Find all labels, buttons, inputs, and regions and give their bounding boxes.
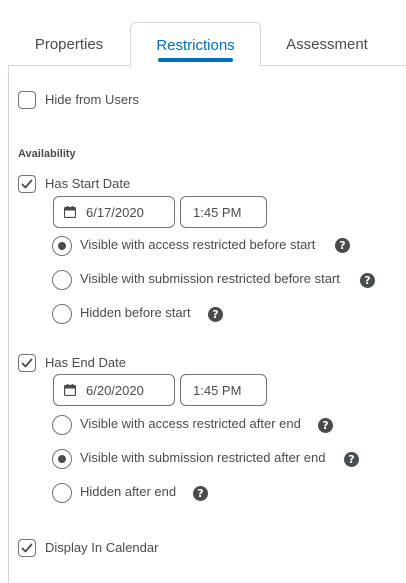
end-date-input[interactable]: 6/20/2020 [53, 374, 175, 406]
help-icon[interactable]: ? [318, 418, 333, 433]
radio-visible-submission-after-end[interactable] [52, 449, 72, 469]
tab-assessment-label: Assessment [286, 35, 368, 53]
active-tab-indicator [158, 58, 233, 62]
tab-bar: Properties Restrictions Assessment [0, 0, 406, 67]
option-label: Visible with access restricted before st… [80, 237, 316, 252]
help-icon[interactable]: ? [208, 307, 223, 322]
start-time-value: 1:45 PM [193, 204, 242, 220]
option-label: Visible with submission restricted after… [80, 450, 326, 465]
availability-title: Availability [18, 148, 76, 160]
radio-visible-access-after-end[interactable] [52, 415, 72, 435]
calendar-icon [64, 384, 76, 396]
has-start-date-label: Has Start Date [45, 176, 131, 191]
tab-divider-left [8, 65, 131, 66]
option-label: Hidden before start [80, 305, 191, 320]
checkmark-icon [21, 358, 33, 368]
calendar-icon [64, 206, 76, 218]
radio-hidden-before-start[interactable] [52, 304, 72, 324]
tab-divider-right [260, 65, 406, 66]
option-label: Visible with access restricted after end [80, 416, 301, 431]
has-end-date-label: Has End Date [45, 355, 126, 370]
checkmark-icon [21, 179, 33, 189]
checkmark-icon [21, 543, 33, 553]
hide-from-users-checkbox[interactable] [18, 91, 36, 109]
display-in-calendar-label: Display In Calendar [45, 540, 159, 555]
help-icon[interactable]: ? [360, 273, 375, 288]
option-label: Visible with submission restricted befor… [80, 271, 340, 286]
tab-properties[interactable]: Properties [8, 22, 130, 66]
option-label: Hidden after end [80, 484, 177, 499]
help-icon[interactable]: ? [193, 486, 208, 501]
tab-assessment[interactable]: Assessment [262, 22, 392, 66]
panel-border [8, 65, 9, 583]
end-date-value: 6/20/2020 [86, 382, 144, 398]
help-icon[interactable]: ? [335, 238, 350, 253]
start-time-input[interactable]: 1:45 PM [180, 196, 267, 228]
tab-restrictions[interactable]: Restrictions [130, 22, 261, 67]
start-date-value: 6/17/2020 [86, 204, 144, 220]
has-start-date-checkbox[interactable] [18, 175, 36, 193]
has-end-date-checkbox[interactable] [18, 354, 36, 372]
hide-from-users-label: Hide from Users [45, 92, 139, 107]
start-date-input[interactable]: 6/17/2020 [53, 196, 175, 228]
tab-properties-label: Properties [34, 35, 104, 53]
display-in-calendar-checkbox[interactable] [18, 539, 36, 557]
end-time-input[interactable]: 1:45 PM [180, 374, 267, 406]
radio-hidden-after-end[interactable] [52, 483, 72, 503]
radio-visible-access-before-start[interactable] [52, 236, 72, 256]
end-time-value: 1:45 PM [193, 382, 242, 398]
radio-visible-submission-before-start[interactable] [52, 270, 72, 290]
tab-restrictions-label: Restrictions [156, 36, 235, 54]
help-icon[interactable]: ? [344, 452, 359, 467]
